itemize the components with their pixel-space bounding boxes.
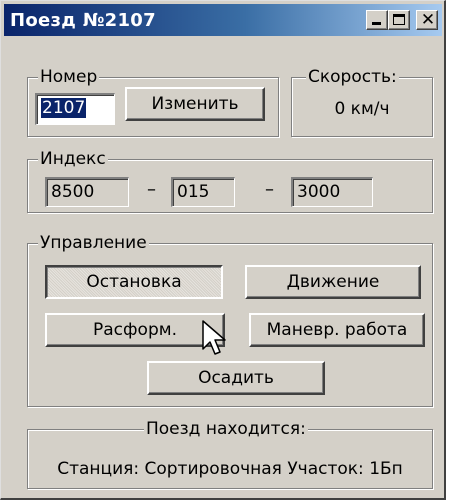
number-legend: Номер bbox=[38, 66, 100, 88]
title-bar[interactable]: Поезд №2107 ✕ bbox=[4, 4, 442, 36]
control-legend: Управление bbox=[38, 232, 149, 254]
disband-button[interactable]: Расформ. bbox=[45, 313, 225, 347]
mouse-pointer-icon bbox=[202, 320, 226, 355]
minimize-button[interactable] bbox=[366, 10, 388, 30]
index-part2-field[interactable]: 015 bbox=[171, 177, 235, 207]
location-legend: Поезд находится: bbox=[144, 418, 308, 440]
maximize-button[interactable] bbox=[388, 10, 410, 30]
shunt-work-button[interactable]: Маневр. работа bbox=[249, 313, 425, 347]
minimize-icon bbox=[372, 22, 381, 25]
index-separator-2: – bbox=[265, 179, 274, 200]
speed-value: 0 км/ч bbox=[334, 99, 390, 119]
train-window: Поезд №2107 ✕ Номер 2107 Изменить Скорос… bbox=[0, 0, 446, 500]
settle-button[interactable]: Осадить bbox=[147, 361, 325, 395]
index-separator-1: – bbox=[147, 179, 156, 200]
index-part1-field[interactable]: 8500 bbox=[45, 177, 129, 207]
change-number-button[interactable]: Изменить bbox=[125, 87, 265, 121]
train-number-value: 2107 bbox=[41, 98, 87, 118]
index-legend: Индекс bbox=[38, 148, 108, 170]
train-number-input[interactable]: 2107 bbox=[35, 93, 115, 125]
stop-button[interactable]: Остановка bbox=[45, 265, 223, 299]
location-text: Станция: Сортировочная Участок: 1Бп bbox=[57, 459, 403, 479]
move-button[interactable]: Движение bbox=[245, 265, 421, 299]
maximize-icon bbox=[393, 14, 405, 25]
window-title: Поезд №2107 bbox=[10, 10, 156, 31]
speed-legend: Скорость: bbox=[306, 66, 399, 88]
close-button[interactable]: ✕ bbox=[416, 10, 438, 30]
index-part3-field[interactable]: 3000 bbox=[291, 177, 373, 207]
close-icon: ✕ bbox=[420, 10, 436, 30]
